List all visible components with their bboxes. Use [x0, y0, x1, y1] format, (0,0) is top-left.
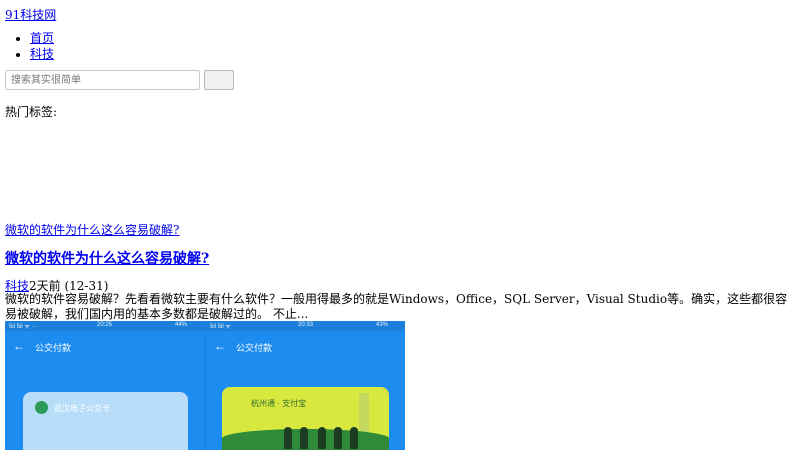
app-title: 公交付款	[35, 343, 72, 353]
site-name-link[interactable]: 91科技网	[5, 6, 56, 23]
article-thumbnail-link[interactable]: 微软的软件为什么这么容易破解?	[5, 221, 179, 238]
status-time: 20:25	[97, 322, 113, 328]
nav-link-tech[interactable]: 科技	[30, 47, 54, 61]
person-silhouette	[284, 427, 292, 449]
search-input[interactable]	[5, 70, 200, 90]
nav-item-tech: 科技	[30, 46, 54, 62]
status-bar: 5il 5il ᯤ ··· 20:25 44%	[5, 321, 204, 331]
phone-screenshot-left: 5il 5il ᯤ ··· 20:25 44% ← 公交付款 武汉电子公交卡	[5, 321, 204, 450]
app-title: 公交付款	[236, 343, 273, 353]
article-excerpt: 微软的软件容易破解？先看看微软主要有什么软件？一般用得最多的就是Windows，…	[5, 292, 788, 321]
nav-item-home: 首页	[30, 30, 54, 46]
search-button[interactable]	[204, 70, 234, 90]
article-date: 2天前 (12-31)	[29, 279, 109, 293]
person-silhouette	[350, 427, 358, 449]
card-name: 杭州通 · 支付宝	[251, 399, 307, 408]
phone-screenshot-right: 5il 5il ᯤ 20:33 43% ← 公交付款 杭州通 · 支付宝	[206, 321, 405, 450]
status-bar: 5il 5il ᯤ 20:33 43%	[206, 321, 405, 331]
card-name: 武汉电子公交卡	[54, 404, 110, 413]
signal-indicator: 5il 5il ᯤ	[210, 324, 231, 330]
nav-list: 首页 科技	[0, 30, 54, 62]
person-silhouette	[300, 427, 308, 449]
back-arrow-icon: ←	[214, 339, 226, 353]
battery-level: 43%	[376, 322, 389, 328]
app-header: ← 公交付款	[5, 331, 204, 361]
bus-card: 武汉电子公交卡	[23, 392, 188, 450]
battery-level: 44%	[175, 322, 188, 328]
app-header: ← 公交付款	[206, 331, 405, 361]
person-silhouette	[318, 427, 326, 449]
bus-card: 杭州通 · 支付宝	[222, 387, 389, 450]
hot-tags-label: 热门标签:	[5, 105, 58, 119]
article-title-link[interactable]: 微软的软件为什么这么容易破解?	[5, 248, 209, 268]
back-arrow-icon: ←	[13, 339, 25, 353]
nav-link-home[interactable]: 首页	[30, 31, 54, 45]
person-silhouette	[334, 427, 342, 449]
article-category-link[interactable]: 科技	[5, 279, 29, 293]
card-logo-icon	[35, 401, 48, 414]
status-time: 20:33	[298, 322, 314, 328]
article-image[interactable]: 5il 5il ᯤ ··· 20:25 44% ← 公交付款 武汉电子公交卡 5…	[5, 321, 405, 450]
signal-indicator: 5il 5il ᯤ ···	[9, 324, 38, 330]
